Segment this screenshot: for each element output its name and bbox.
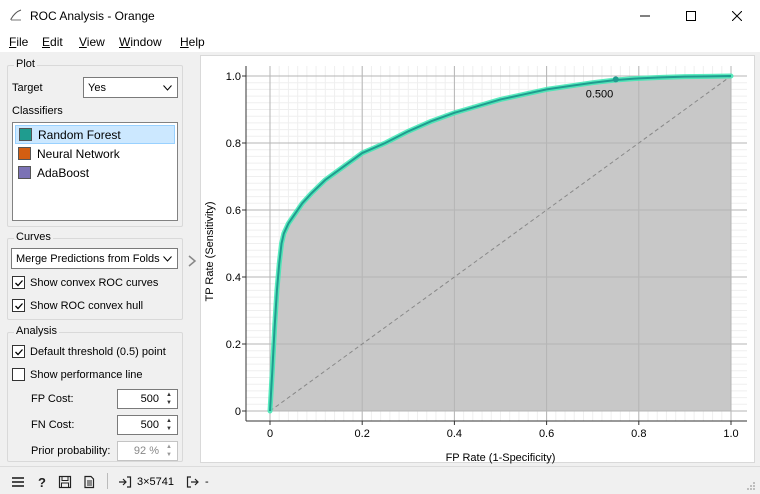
fn-cost-label: FN Cost:: [31, 419, 75, 431]
menu-view[interactable]: View: [79, 35, 105, 49]
target-label: Target: [12, 82, 43, 94]
output-icon: [186, 476, 199, 488]
merge-select[interactable]: Merge Predictions from Folds: [11, 248, 178, 269]
roc-plot[interactable]: 0 0.2 0.4 0.6 0.8 1.0 0 0.2 0.4 0.6 0.8 1.0 0.500 F…: [200, 55, 755, 464]
chevron-down-icon: [163, 255, 172, 262]
y-tick-label: 1.0: [226, 71, 241, 83]
menu-help[interactable]: Help: [180, 35, 205, 49]
close-icon: [732, 11, 742, 21]
orange-app-icon: [10, 9, 22, 21]
spin-down-icon[interactable]: ▼: [162, 399, 176, 407]
x-tick-label: 0.8: [631, 428, 646, 440]
y-tick-label: 0: [235, 406, 241, 418]
input-summary: 3×5741: [137, 476, 175, 488]
checkmark-icon: [14, 348, 23, 355]
spin-up-icon[interactable]: ▲: [162, 391, 176, 399]
show-performance-line-checkbox[interactable]: Show performance line: [12, 368, 143, 381]
menu-bar: File Edit View Window Help: [0, 32, 760, 52]
y-tick-label: 0.8: [226, 138, 241, 150]
classifiers-list[interactable]: Random Forest Neural Network AdaBoost: [12, 122, 178, 221]
menu-window[interactable]: Window: [119, 35, 162, 49]
spin-up-icon[interactable]: ▲: [162, 417, 176, 425]
y-tick-label: 0.6: [226, 205, 241, 217]
spin-arrows[interactable]: ▲ ▼: [162, 443, 176, 459]
checkbox-box: [12, 345, 25, 358]
spin-arrows[interactable]: ▲ ▼: [162, 417, 176, 433]
spin-up-icon[interactable]: ▲: [162, 443, 176, 451]
window-title: ROC Analysis - Orange: [30, 9, 155, 23]
x-tick-label: 1.0: [723, 428, 738, 440]
checkbox-box: [12, 276, 25, 289]
classifiers-label: Classifiers: [12, 105, 63, 117]
fp-cost-label: FP Cost:: [31, 393, 74, 405]
resize-grip-icon[interactable]: [746, 481, 756, 491]
roc-chart: 0 0.2 0.4 0.6 0.8 1.0 0 0.2 0.4 0.6 0.8 1.0 0.500 F…: [204, 65, 748, 464]
x-tick-label: 0: [267, 428, 273, 440]
input-icon: [119, 476, 132, 488]
x-axis-label: FP Rate (1-Specificity): [446, 452, 556, 464]
classifier-item-random-forest[interactable]: Random Forest: [15, 125, 175, 144]
title-bar: ROC Analysis - Orange: [0, 0, 760, 32]
fn-cost-spinbox[interactable]: 500 ▲ ▼: [117, 415, 178, 435]
fp-cost-spinbox[interactable]: 500 ▲ ▼: [117, 389, 178, 409]
maximize-button[interactable]: [668, 0, 714, 32]
minimize-button[interactable]: [622, 0, 668, 32]
y-tick-label: 0.4: [226, 272, 241, 284]
analysis-group-title: Analysis: [14, 325, 59, 337]
output-summary: -: [205, 476, 209, 488]
color-swatch: [18, 166, 31, 179]
show-convex-hull-checkbox[interactable]: Show ROC convex hull: [12, 299, 143, 312]
maximize-icon: [686, 11, 696, 21]
show-convex-roc-checkbox[interactable]: Show convex ROC curves: [12, 276, 158, 289]
report-icon[interactable]: [82, 475, 96, 489]
minimize-icon: [640, 15, 650, 17]
target-select-value: Yes: [88, 81, 106, 94]
x-tick-label: 0.4: [447, 428, 462, 440]
x-tick-label: 0.2: [355, 428, 370, 440]
menu-edit[interactable]: Edit: [42, 35, 63, 49]
chevron-down-icon: [163, 84, 172, 91]
classifier-item-neural-network[interactable]: Neural Network: [15, 144, 175, 163]
x-tick-label: 0.6: [539, 428, 554, 440]
svg-text:?: ?: [38, 475, 46, 489]
help-icon[interactable]: ?: [35, 475, 49, 489]
spin-down-icon[interactable]: ▼: [162, 451, 176, 459]
prior-probability-label: Prior probability:: [31, 445, 111, 457]
checkmark-icon: [14, 302, 23, 309]
color-swatch: [18, 147, 31, 160]
checkbox-box: [12, 368, 25, 381]
save-icon[interactable]: [58, 475, 72, 489]
prior-probability-spinbox[interactable]: 92 % ▲ ▼: [117, 441, 178, 461]
default-threshold-checkbox[interactable]: Default threshold (0.5) point: [12, 345, 166, 358]
y-axis-label: TP Rate (Sensitivity): [204, 201, 216, 301]
y-tick-label: 0.2: [226, 339, 241, 351]
color-swatch: [19, 128, 32, 141]
curves-group-title: Curves: [14, 231, 53, 243]
separator: [107, 473, 108, 489]
threshold-point: [612, 76, 619, 83]
merge-select-value: Merge Predictions from Folds: [16, 252, 160, 265]
spin-arrows[interactable]: ▲ ▼: [162, 391, 176, 407]
status-bar: ? 3×5741 -: [0, 466, 760, 494]
spin-down-icon[interactable]: ▼: [162, 425, 176, 433]
close-button[interactable]: [714, 0, 760, 32]
plot-group-title: Plot: [14, 58, 37, 70]
collapse-panel-icon[interactable]: [186, 254, 198, 268]
target-select[interactable]: Yes: [83, 77, 178, 98]
checkmark-icon: [14, 279, 23, 286]
menu-file[interactable]: File: [9, 35, 28, 49]
menu-icon[interactable]: [11, 475, 25, 489]
classifier-item-adaboost[interactable]: AdaBoost: [15, 163, 175, 182]
checkbox-box: [12, 299, 25, 312]
threshold-label: 0.500: [586, 88, 614, 100]
